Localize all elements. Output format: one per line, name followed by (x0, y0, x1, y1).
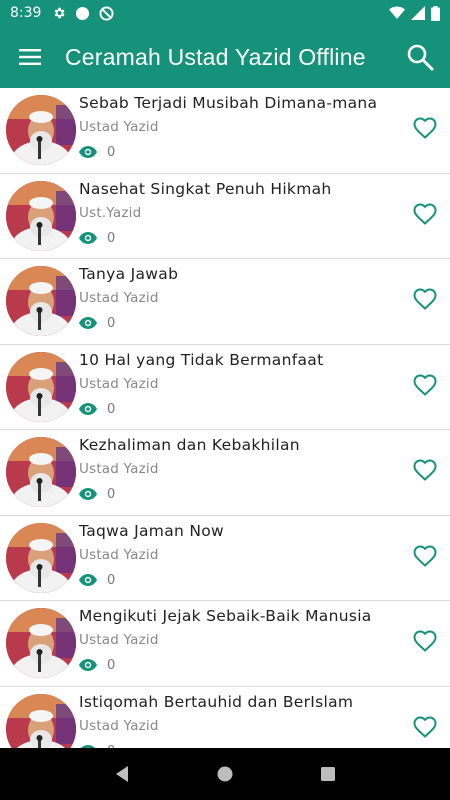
favorite-heart-icon[interactable] (412, 372, 438, 398)
home-icon[interactable] (205, 754, 245, 794)
lecture-author: Ust.Yazid (79, 204, 142, 221)
view-count: 0 (79, 229, 115, 248)
lecture-title: Nasehat Singkat Penuh Hikmah (79, 179, 332, 198)
lecture-thumbnail (6, 351, 76, 422)
list-item[interactable]: Sebab Terjadi Musibah Dimana-mana Ustad … (0, 88, 450, 174)
app-title: Ceramah Ustad Yazid Offline (65, 43, 366, 70)
battery-icon (431, 5, 440, 21)
view-count: 0 (79, 571, 115, 590)
lecture-author: Ustad Yazid (79, 717, 159, 734)
eye-icon (79, 485, 97, 504)
view-count: 0 (79, 143, 115, 162)
eye-icon (79, 656, 97, 675)
lecture-author: Ustad Yazid (79, 290, 159, 306)
lecture-title: Kezhaliman dan Kebakhilan (79, 436, 300, 454)
view-count: 0 (79, 485, 115, 504)
lecture-author: Ustad Yazid (79, 632, 159, 648)
list-item[interactable]: 10 Hal yang Tidak Bermanfaat Ustad Yazid… (0, 345, 450, 430)
back-icon[interactable] (102, 754, 142, 794)
view-count: 0 (79, 400, 115, 419)
eye-icon (79, 314, 97, 333)
lecture-title: Tanya Jawab (79, 265, 179, 283)
list-item[interactable]: Mengikuti Jejak Sebaik-Baik Manusia Usta… (0, 601, 450, 687)
list-item[interactable]: Tanya Jawab Ustad Yazid 0 (0, 259, 450, 345)
view-count: 0 (79, 656, 115, 675)
list-item[interactable]: Nasehat Singkat Penuh Hikmah Ust.Yazid 0 (0, 174, 450, 259)
eye-icon (79, 571, 97, 590)
signal-icon (411, 6, 425, 20)
eye-icon (79, 143, 97, 162)
lecture-thumbnail (6, 693, 76, 748)
lecture-title: Istiqomah Bertauhid dan BerIslam (79, 692, 354, 711)
status-right (389, 5, 440, 21)
favorite-heart-icon[interactable] (412, 201, 438, 227)
settings-icon (52, 6, 66, 20)
lecture-title: Mengikuti Jejak Sebaik-Baik Manusia (79, 607, 372, 625)
views-count: 0 (107, 487, 116, 502)
favorite-heart-icon[interactable] (412, 457, 438, 483)
favorite-heart-icon[interactable] (412, 115, 438, 141)
views-count: 0 (107, 401, 116, 417)
lecture-author: Ustad Yazid (79, 546, 159, 563)
lecture-author: Ustad Yazid (79, 461, 159, 477)
lecture-author: Ustad Yazid (79, 375, 159, 392)
eye-icon (79, 229, 97, 248)
lecture-thumbnail (6, 437, 76, 507)
lecture-thumbnail (6, 180, 76, 251)
favorite-heart-icon[interactable] (412, 286, 438, 312)
lecture-author: Ustad Yazid (79, 119, 159, 135)
circle-icon (75, 6, 90, 21)
views-count: 0 (107, 145, 116, 160)
status-left: 8:39 (10, 5, 114, 21)
lecture-list[interactable]: Sebab Terjadi Musibah Dimana-mana Ustad … (0, 88, 450, 748)
favorite-heart-icon[interactable] (412, 714, 438, 740)
views-count: 0 (107, 230, 116, 246)
favorite-heart-icon[interactable] (412, 543, 438, 569)
list-item[interactable]: Taqwa Jaman Now Ustad Yazid 0 (0, 516, 450, 601)
views-count: 0 (107, 572, 116, 588)
view-count: 0 (79, 314, 115, 333)
lecture-title: 10 Hal yang Tidak Bermanfaat (79, 350, 324, 369)
no-sync-icon (99, 5, 114, 21)
favorite-heart-icon[interactable] (412, 628, 438, 654)
lecture-thumbnail (6, 95, 76, 165)
lecture-thumbnail (6, 266, 76, 336)
wifi-icon (389, 6, 405, 20)
navigation-bar (0, 748, 450, 800)
eye-icon (79, 400, 97, 419)
status-bar: 8:39 (0, 0, 450, 26)
lecture-title: Sebab Terjadi Musibah Dimana-mana (79, 94, 378, 112)
lecture-thumbnail (6, 522, 76, 593)
views-count: 0 (107, 658, 116, 673)
list-item[interactable]: Istiqomah Bertauhid dan BerIslam Ustad Y… (0, 687, 450, 748)
lecture-thumbnail (6, 608, 76, 678)
app-bar: Ceramah Ustad Yazid Offline (0, 26, 450, 88)
recents-icon[interactable] (308, 754, 348, 794)
lecture-title: Taqwa Jaman Now (79, 521, 225, 540)
list-item[interactable]: Kezhaliman dan Kebakhilan Ustad Yazid 0 (0, 430, 450, 516)
search-icon[interactable] (402, 39, 438, 75)
status-time: 8:39 (10, 5, 42, 21)
hamburger-menu-icon[interactable] (0, 26, 60, 88)
views-count: 0 (107, 316, 116, 331)
